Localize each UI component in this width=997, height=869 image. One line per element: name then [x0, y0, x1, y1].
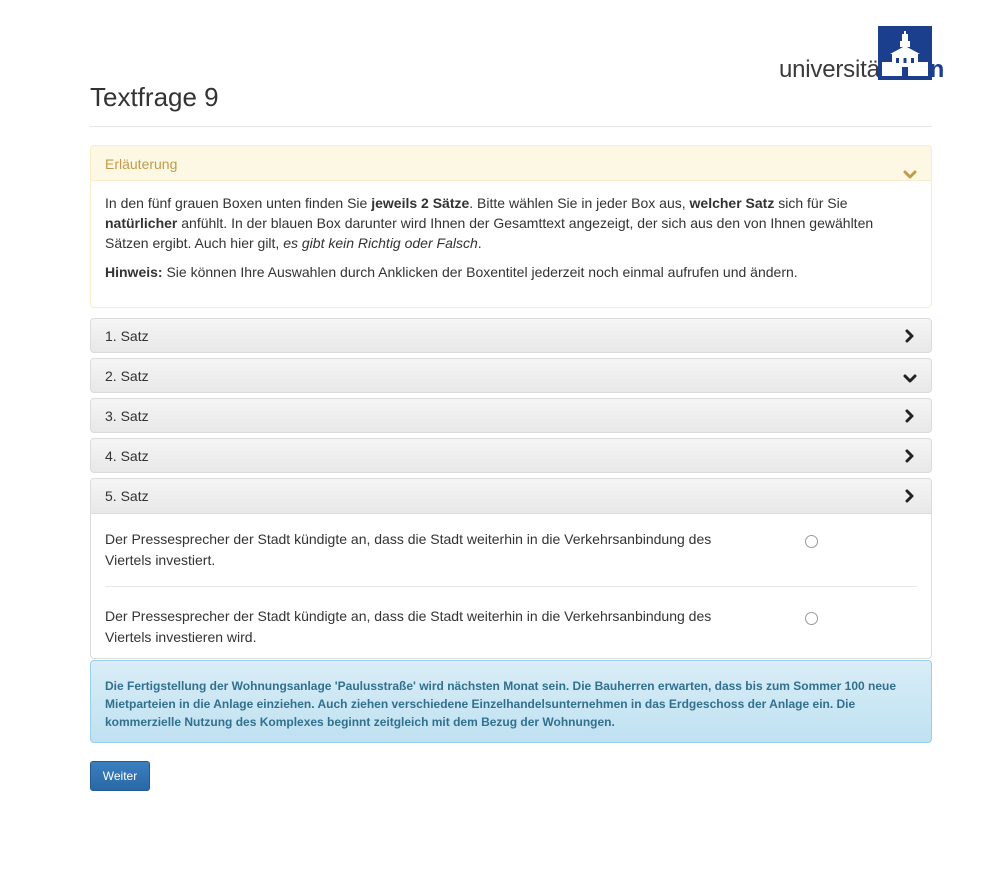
- accordion-header-satz-5[interactable]: 5. Satz: [91, 479, 931, 514]
- chevron-down-icon: [903, 157, 917, 193]
- accordion-title: 1. Satz: [105, 328, 149, 344]
- explanation-panel: Erläuterung In den fünf grauen Boxen unt…: [90, 145, 932, 308]
- accordion-title: 3. Satz: [105, 408, 149, 424]
- accordion-item-satz-2[interactable]: 2. Satz: [90, 358, 932, 393]
- hint-paragraph: Hinweis: Sie können Ihre Auswahlen durch…: [105, 264, 798, 280]
- chevron-right-icon: [905, 489, 915, 506]
- chevron-right-icon: [905, 449, 915, 466]
- explanation-body: In den fünf grauen Boxen unten finden Si…: [91, 181, 931, 282]
- accordion-item-satz-5: 5. Satz Der Pressesprecher der Stadt kün…: [90, 478, 932, 659]
- result-text: Die Fertigstellung der Wohnungsanlage 'P…: [105, 679, 897, 729]
- page-title: Textfrage 9: [90, 80, 932, 127]
- chevron-down-icon: [903, 371, 917, 387]
- option-divider: [105, 586, 917, 587]
- result-text-box: Die Fertigstellung der Wohnungsanlage 'P…: [90, 660, 932, 743]
- accordion-item-satz-4[interactable]: 4. Satz: [90, 438, 932, 473]
- next-button[interactable]: Weiter: [90, 761, 150, 791]
- accordion-title: 5. Satz: [105, 488, 149, 504]
- logo-building-icon: [878, 26, 932, 80]
- accordion-title: 4. Satz: [105, 448, 149, 464]
- university-logo: universitätbonn: [779, 26, 944, 83]
- sentence-option-2[interactable]: Der Pressesprecher der Stadt kündigte an…: [105, 606, 917, 648]
- option-radio[interactable]: [805, 612, 818, 625]
- option-radio[interactable]: [805, 535, 818, 548]
- option-text: Der Pressesprecher der Stadt kündigte an…: [105, 531, 712, 568]
- accordion-item-satz-1[interactable]: 1. Satz: [90, 318, 932, 353]
- explanation-panel-header[interactable]: Erläuterung: [91, 146, 931, 181]
- accordion-item-satz-3[interactable]: 3. Satz: [90, 398, 932, 433]
- chevron-right-icon: [905, 409, 915, 426]
- chevron-right-icon: [905, 329, 915, 346]
- accordion-title: 2. Satz: [105, 368, 149, 384]
- sentence-option-1[interactable]: Der Pressesprecher der Stadt kündigte an…: [105, 529, 917, 571]
- option-text: Der Pressesprecher der Stadt kündigte an…: [105, 608, 712, 645]
- explanation-paragraph: In den fünf grauen Boxen unten finden Si…: [105, 195, 874, 251]
- explanation-heading: Erläuterung: [105, 156, 178, 172]
